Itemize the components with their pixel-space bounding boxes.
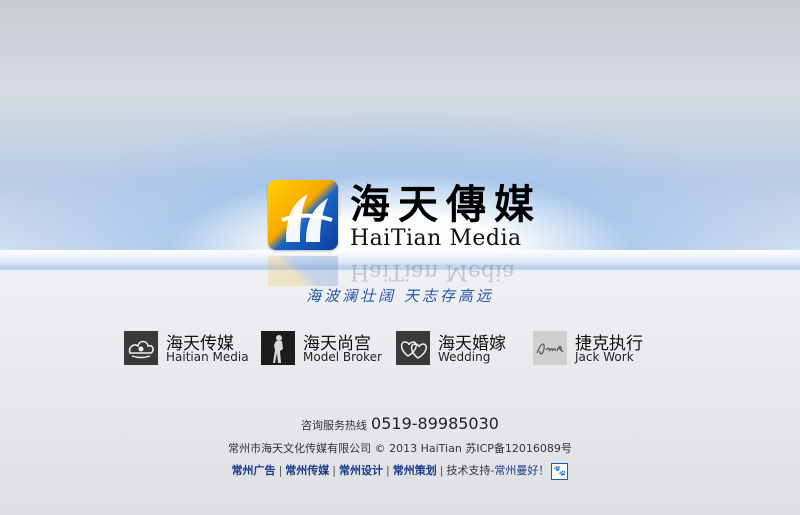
copyright-text: 常州市海天文化传媒有限公司 © 2013 HaiTian 苏ICP备120160… <box>228 442 572 455</box>
logo-reflection: HaiTian Media <box>268 256 533 286</box>
footer-link-advertising[interactable]: 常州广告 <box>232 464 276 477</box>
hotline-label: 咨询服务热线 <box>301 419 368 432</box>
footer-link-planning[interactable]: 常州策划 <box>393 464 437 477</box>
jack-signature-icon <box>533 331 567 365</box>
support-link[interactable]: 常州曼好！ <box>494 464 549 477</box>
nav-item-jack-work[interactable]: 捷克执行 Jack Work <box>533 331 658 367</box>
nav-item-wedding[interactable]: 海天婚嫁 Wedding <box>396 331 521 367</box>
nav-item-haitian-media[interactable]: 海天传媒 Haitian Media <box>124 331 249 367</box>
haitian-logo-icon <box>268 180 338 250</box>
support-label: 技术支持- <box>446 464 495 477</box>
footer-link-media[interactable]: 常州传媒 <box>285 464 329 477</box>
nav-item-model-broker[interactable]: 海天尚宫 Model Broker <box>261 331 386 367</box>
main-nav: 海天传媒 Haitian Media 海天尚宫 Model Broker 海天婚… <box>124 331 684 367</box>
hotline-number: 0519-89985030 <box>371 414 499 433</box>
footer-links: 常州广告 | 常州传媒 | 常州设计 | 常州策划 | 技术支持-常州曼好！ 🐾 <box>0 462 800 480</box>
nav-label-en: Jack Work <box>575 350 634 364</box>
paw-icon[interactable]: 🐾 <box>551 462 569 480</box>
slogan: 海波澜壮阔 天志存高远 <box>306 287 494 305</box>
rings-icon <box>396 331 430 365</box>
model-silhouette-icon <box>261 331 295 365</box>
hotline: 咨询服务热线 0519-89985030 <box>0 414 800 433</box>
logo-chinese-name: 海天傳媒 <box>350 181 542 228</box>
logo-english-name: HaiTian Media <box>350 226 522 251</box>
site-logo[interactable]: 海天傳媒 HaiTian Media <box>268 176 534 256</box>
nav-label-en: Haitian Media <box>166 350 249 364</box>
footer-link-design[interactable]: 常州设计 <box>339 464 383 477</box>
nav-label-en: Model Broker <box>303 350 382 364</box>
cloud-emblem-icon <box>124 331 158 365</box>
nav-label-en: Wedding <box>438 350 491 364</box>
